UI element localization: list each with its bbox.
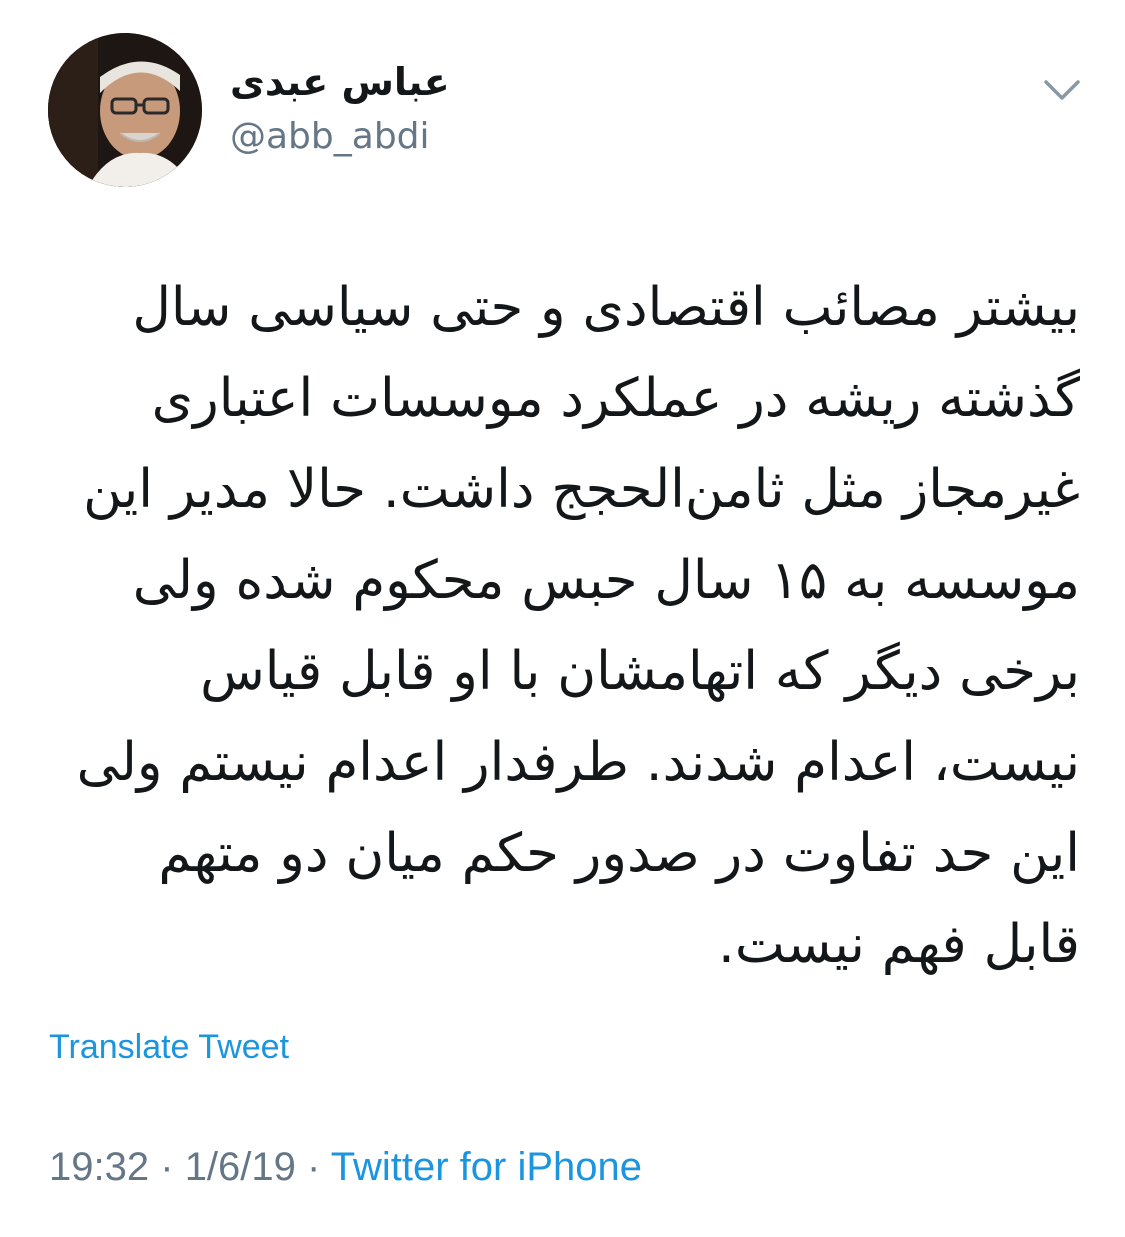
tweet-text-line: غیرمجاز مثل ثامن‌الحجج داشت. حالا مدیر ا…: [83, 459, 1080, 520]
tweet-time: 19:32: [49, 1145, 150, 1189]
translate-tweet-link[interactable]: Translate Tweet: [49, 1028, 289, 1067]
tweet-date: 1/6/19: [184, 1145, 296, 1189]
meta-separator: ·: [307, 1145, 321, 1189]
chevron-down-icon[interactable]: [1040, 70, 1084, 110]
tweet-text-line: برخی دیگر که اتهامشان با او قابل قیاس: [200, 641, 1080, 702]
tweet-text-line: موسسه به ۱۵ سال حبس محکوم شده ولی: [132, 550, 1080, 611]
tweet-text-line: بیشتر مصائب اقتصادی و حتی سیاسی سال: [132, 277, 1080, 338]
tweet-text-line: گذشته ریشه در عملکرد موسسات اعتباری: [151, 368, 1080, 429]
tweet-text-line: قابل فهم نیست.: [717, 914, 1080, 975]
tweet-source-link[interactable]: Twitter for iPhone: [331, 1145, 642, 1189]
author-handle[interactable]: @abb_abdi: [230, 116, 430, 157]
tweet-text: بیشتر مصائب اقتصادی و حتی سیاسی سال گذشت…: [46, 262, 1080, 990]
avatar[interactable]: [48, 33, 202, 187]
tweet-text-line: این حد تفاوت در صدور حکم میان دو متهم: [158, 823, 1080, 884]
author-display-name[interactable]: عباس عبدی: [230, 60, 450, 104]
tweet-meta: 19:32 · 1/6/19 · Twitter for iPhone: [49, 1145, 642, 1190]
tweet-text-line: نیست، اعدام شدند. طرفدار اعدام نیستم ولی: [76, 732, 1080, 793]
meta-separator: ·: [160, 1145, 174, 1189]
